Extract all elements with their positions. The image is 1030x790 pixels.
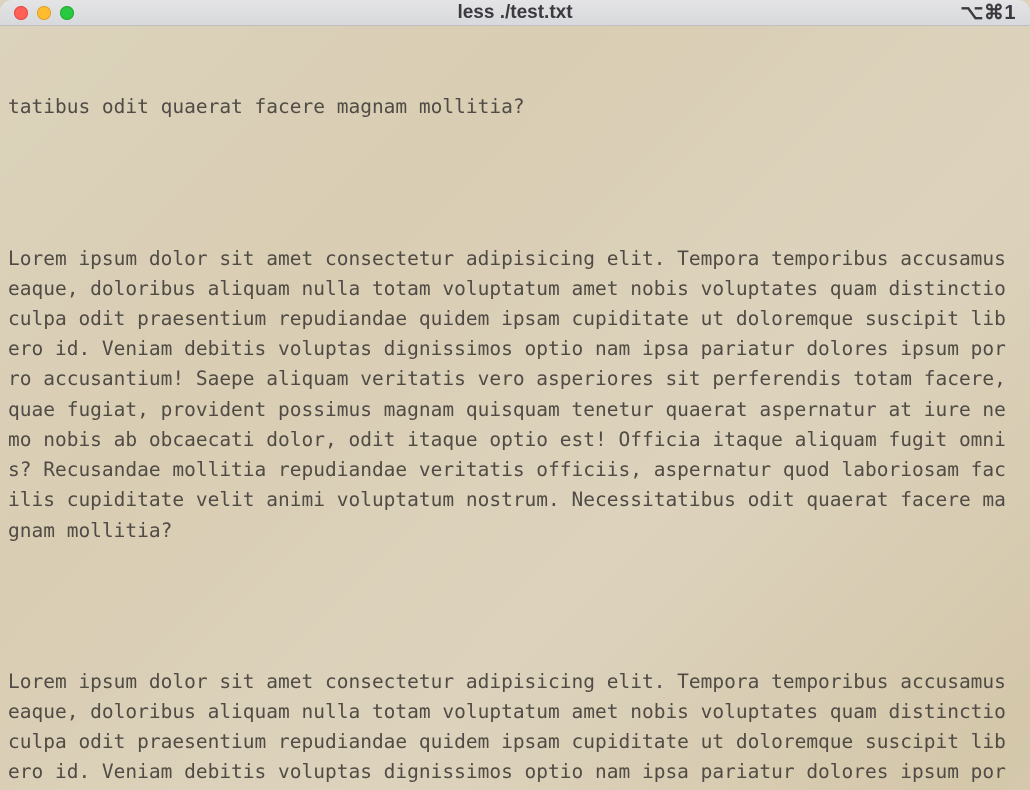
- zoom-button[interactable]: [60, 6, 74, 20]
- window-title: less ./test.txt: [457, 2, 572, 24]
- scrollbar-track[interactable]: [1014, 26, 1030, 790]
- terminal-line: tatibus odit quaerat facere magnam molli…: [8, 92, 1006, 122]
- minimize-button[interactable]: [37, 6, 51, 20]
- keyboard-shortcut: ⌥⌘1: [960, 0, 1016, 25]
- traffic-lights: [14, 6, 74, 20]
- content-wrapper: tatibus odit quaerat facere magnam molli…: [0, 26, 1030, 790]
- titlebar: less ./test.txt ⌥⌘1: [0, 0, 1030, 26]
- terminal-line: Lorem ipsum dolor sit amet consectetur a…: [8, 667, 1006, 790]
- terminal-window: less ./test.txt ⌥⌘1 tatibus odit quaerat…: [0, 0, 1030, 790]
- close-button[interactable]: [14, 6, 28, 20]
- terminal-output[interactable]: tatibus odit quaerat facere magnam molli…: [0, 26, 1014, 790]
- terminal-line: Lorem ipsum dolor sit amet consectetur a…: [8, 244, 1006, 546]
